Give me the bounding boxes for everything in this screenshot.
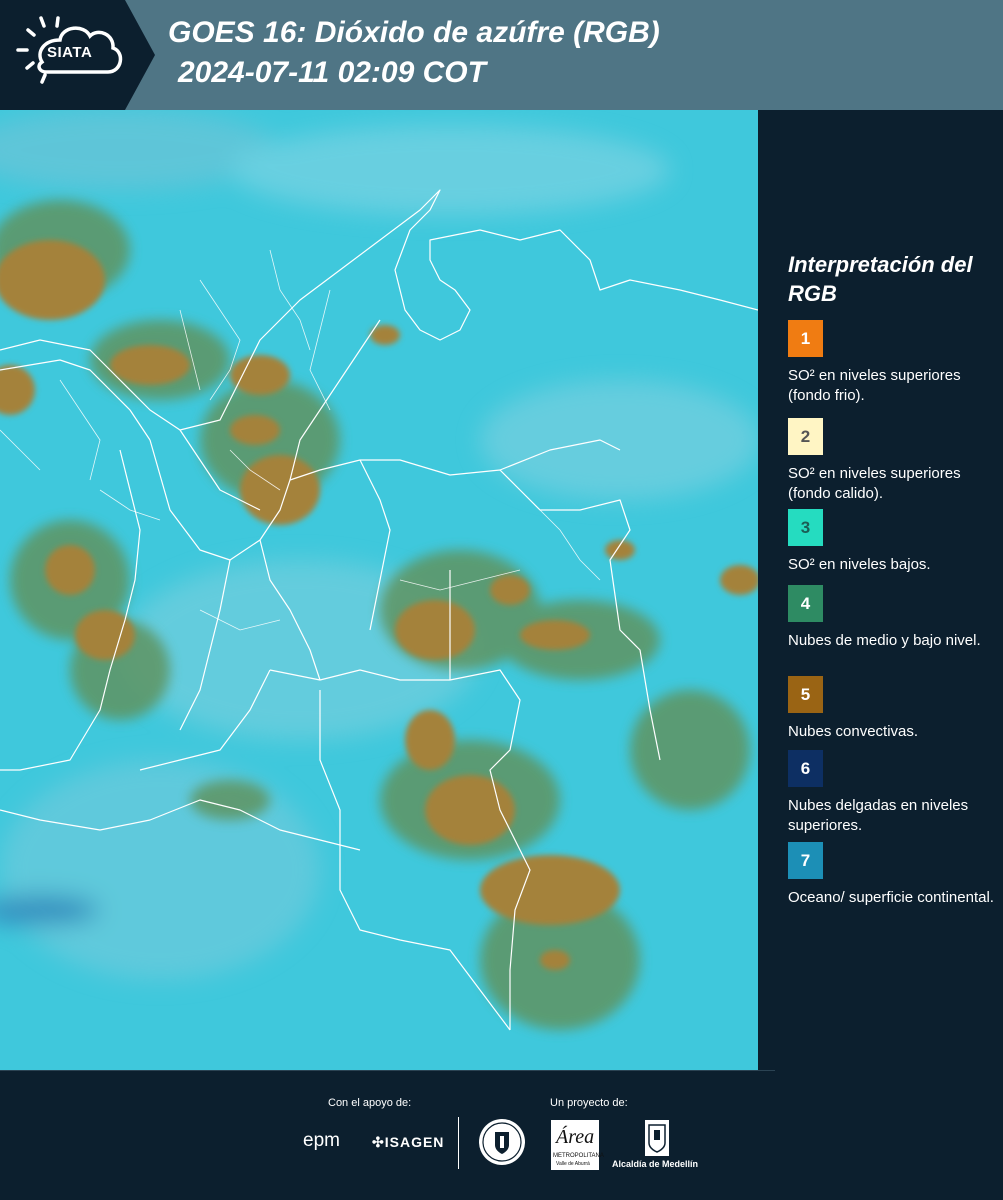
legend-swatch: 3 [788,509,823,546]
legend-swatch: 5 [788,676,823,713]
satellite-image [0,110,758,1070]
legend-label: Nubes de medio y bajo nivel. [788,632,981,649]
legend-swatch: 2 [788,418,823,455]
legend-label: Oceano/ superficie continental. [788,889,994,906]
legend-label: SO² en niveles superiores (fondo calido)… [788,465,961,502]
isagen-logo-text: ISAGEN [384,1134,445,1150]
isagen-icon: ✣ [372,1134,385,1150]
legend-label: SO² en niveles bajos. [788,556,931,573]
legend-swatch: 6 [788,750,823,787]
legend-item: 7 Oceano/ superficie continental. [788,842,998,908]
footer-separator [458,1117,459,1169]
support-label: Con el apoyo de: [328,1097,412,1109]
alcaldia-label: Alcaldía de Medellín [612,1159,699,1169]
medellin-seal-icon [479,1119,525,1165]
footer: Con el apoyo de: Un proyecto de: epm ✣IS… [0,1070,1003,1200]
epm-logo: epm [303,1130,340,1151]
isagen-logo: ✣ISAGEN [372,1134,444,1151]
area-logo-line2: Valle de Aburrá [556,1161,590,1167]
legend-item: 6 Nubes delgadas en niveles superiores. [788,750,998,836]
legend-panel: Interpretación del RGB 1 SO² en niveles … [758,110,1003,1070]
project-label: Un proyecto de: [550,1097,628,1109]
legend-label: SO² en niveles superiores (fondo frio). [788,367,961,404]
legend-swatch: 1 [788,320,823,357]
area-logo-line1: METROPOLITANA [553,1153,604,1159]
legend-title: Interpretación del RGB [788,252,973,306]
legend-item: 4 Nubes de medio y bajo nivel. [788,585,998,651]
legend-swatch: 4 [788,585,823,622]
legend-item: 5 Nubes convectivas. [788,676,998,742]
legend-item: 1 SO² en niveles superiores (fondo frio)… [788,320,998,406]
alcaldia-shield-icon [645,1120,669,1156]
area-logo-word: Área [556,1126,595,1148]
legend-item: 3 SO² en niveles bajos. [788,509,998,575]
legend-label: Nubes delgadas en niveles superiores. [788,797,969,834]
footer-divider [0,1070,775,1071]
legend-item: 2 SO² en niveles superiores (fondo calid… [788,418,998,504]
header-bar: SIATA GOES 16: Dióxido de azúfre (RGB) 2… [0,0,1003,110]
siata-logo-text: SIATA [47,44,93,61]
legend-swatch: 7 [788,842,823,879]
legend-label: Nubes convectivas. [788,723,919,740]
page-title: GOES 16: Dióxido de azúfre (RGB) [168,16,660,49]
area-metropolitana-logo: Área METROPOLITANA Valle de Aburrá [551,1120,604,1170]
timestamp: 2024-07-11 02:09 COT [178,56,486,89]
satellite-map[interactable] [0,110,758,1070]
siata-logo: SIATA [0,0,160,110]
